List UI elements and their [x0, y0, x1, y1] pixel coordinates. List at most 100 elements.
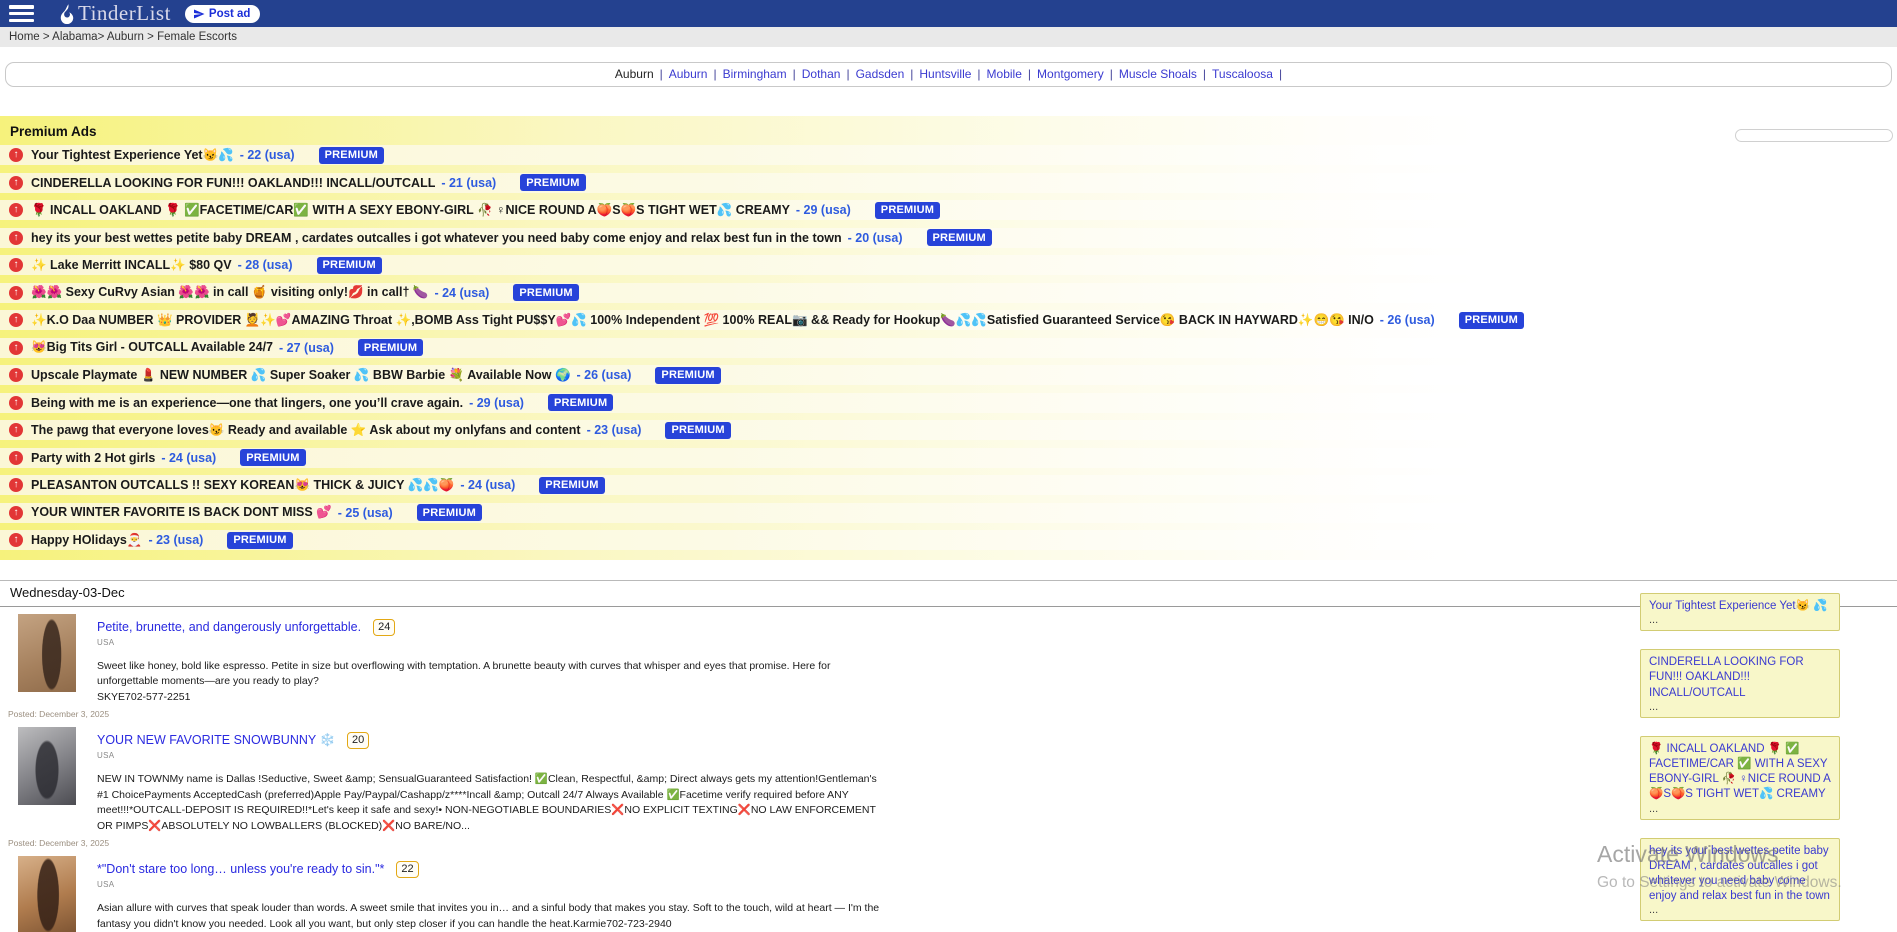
breadcrumb-link[interactable]: Female Escorts	[157, 31, 237, 43]
up-arrow-icon: ↑	[9, 423, 23, 437]
premium-ad-row[interactable]: ↑ hey its your best wettes petite baby D…	[0, 228, 1897, 248]
city-link[interactable]: Gadsden	[856, 67, 905, 81]
premium-badge: PREMIUM	[539, 477, 604, 494]
sidebar-ad-box[interactable]: CINDERELLA LOOKING FOR FUN!!! OAKLAND!!!…	[1640, 649, 1840, 718]
premium-ads-list: ↑ Your Tightest Experience Yet😼💦 - 22 (u…	[0, 145, 1897, 550]
breadcrumb-separator: >	[40, 31, 50, 43]
sidebar-ad-link[interactable]: hey its your best wettes petite baby DRE…	[1649, 844, 1831, 905]
premium-ad-title-link[interactable]: Happy HOlidays🎅	[31, 533, 142, 548]
premium-ad-age-meta: - 24 (usa)	[460, 478, 515, 492]
premium-ad-row[interactable]: ↑ 🌺🌺 Sexy CuRvy Asian 🌺🌺 in call 🍯 visit…	[0, 283, 1897, 303]
premium-ad-title-link[interactable]: Being with me is an experience—one that …	[31, 396, 463, 410]
breadcrumb-link[interactable]: Auburn	[107, 31, 144, 43]
premium-badge: PREMIUM	[417, 504, 482, 521]
up-arrow-icon: ↑	[9, 258, 23, 272]
listing-phone: SKYE702-577-2251	[97, 690, 960, 706]
premium-ad-row[interactable]: ↑ Happy HOlidays🎅 - 23 (usa) PREMIUM	[0, 530, 1897, 550]
premium-ad-row[interactable]: ↑ Upscale Playmate 💄 NEW NUMBER 💦 Super …	[0, 365, 1897, 385]
listing-thumbnail[interactable]	[18, 614, 76, 692]
post-ad-button[interactable]: Post ad	[185, 5, 261, 23]
premium-ad-title-link[interactable]: ✨ Lake Merritt INCALL✨ $80 QV	[31, 258, 232, 273]
premium-ad-row[interactable]: ↑ YOUR WINTER FAVORITE IS BACK DONT MISS…	[0, 503, 1897, 523]
premium-badge: PREMIUM	[1459, 312, 1524, 329]
premium-ad-age-meta: - 28 (usa)	[238, 258, 293, 272]
premium-badge: PREMIUM	[927, 229, 992, 246]
premium-ad-age-meta: - 22 (usa)	[240, 148, 295, 162]
premium-ad-row[interactable]: ↑ CINDERELLA LOOKING FOR FUN!!! OAKLAND!…	[0, 173, 1897, 193]
premium-ad-title-link[interactable]: CINDERELLA LOOKING FOR FUN!!! OAKLAND!!!…	[31, 176, 435, 190]
premium-ad-row[interactable]: ↑ ✨ Lake Merritt INCALL✨ $80 QV - 28 (us…	[0, 255, 1897, 275]
premium-badge: PREMIUM	[513, 284, 578, 301]
city-link[interactable]: Auburn	[669, 67, 708, 81]
premium-ad-row[interactable]: ↑ PLEASANTON OUTCALLS !! SEXY KOREAN😻 TH…	[0, 475, 1897, 495]
premium-ad-row[interactable]: ↑ Your Tightest Experience Yet😼💦 - 22 (u…	[0, 145, 1897, 165]
premium-ad-title-link[interactable]: 🌺🌺 Sexy CuRvy Asian 🌺🌺 in call 🍯 visitin…	[31, 285, 428, 300]
city-link[interactable]: Mobile	[987, 67, 1022, 81]
up-arrow-icon: ↑	[9, 506, 23, 520]
city-current: Auburn	[615, 67, 654, 81]
listing-location: USA	[97, 751, 960, 760]
premium-ad-title-link[interactable]: 😻Big Tits Girl - OUTCALL Available 24/7	[31, 340, 273, 355]
city-link[interactable]: Dothan	[802, 67, 841, 81]
city-separator: |	[846, 67, 849, 81]
premium-ad-title-link[interactable]: PLEASANTON OUTCALLS !! SEXY KOREAN😻 THIC…	[31, 478, 454, 493]
breadcrumb-link[interactable]: Alabama	[52, 31, 97, 43]
sidebar-ad-link[interactable]: Your Tightest Experience Yet😼 💦	[1649, 599, 1831, 614]
premium-ad-row[interactable]: ↑ ✨K.O Daa NUMBER 👑 PROVIDER 💆✨💕AMAZING …	[0, 310, 1897, 330]
city-separator: |	[1279, 67, 1282, 81]
brand-logo[interactable]: TinderList	[58, 1, 171, 26]
premium-badge: PREMIUM	[520, 174, 585, 191]
premium-ad-row[interactable]: ↑ 😻Big Tits Girl - OUTCALL Available 24/…	[0, 338, 1897, 358]
premium-ad-title-link[interactable]: YOUR WINTER FAVORITE IS BACK DONT MISS 💕	[31, 505, 332, 520]
premium-ad-title-link[interactable]: hey its your best wettes petite baby DRE…	[31, 231, 842, 245]
premium-ad-age-meta: - 21 (usa)	[441, 176, 496, 190]
premium-ad-row[interactable]: ↑ Being with me is an experience—one tha…	[0, 393, 1897, 413]
premium-ad-row[interactable]: ↑ 🌹 INCALL OAKLAND 🌹 ✅FACETIME/CAR✅ WITH…	[0, 200, 1897, 220]
post-ad-label: Post ad	[209, 8, 251, 20]
city-link[interactable]: Muscle Shoals	[1119, 67, 1197, 81]
premium-ad-title-link[interactable]: 🌹 INCALL OAKLAND 🌹 ✅FACETIME/CAR✅ WITH A…	[31, 203, 790, 218]
up-arrow-icon: ↑	[9, 286, 23, 300]
premium-badge: PREMIUM	[227, 532, 292, 549]
premium-badge: PREMIUM	[548, 394, 613, 411]
premium-ad-row[interactable]: ↑ Party with 2 Hot girls - 24 (usa) PREM…	[0, 448, 1897, 468]
sidebar-ad-box[interactable]: 🌹 INCALL OAKLAND 🌹 ✅ FACETIME/CAR ✅ WITH…	[1640, 736, 1840, 820]
top-navbar: TinderList Post ad	[0, 0, 1897, 27]
sidebar-ad-box[interactable]: Your Tightest Experience Yet😼 💦 ...	[1640, 593, 1840, 631]
listing-row: YOUR NEW FAVORITE SNOWBUNNY ❄️ 20 USA NE…	[0, 720, 960, 849]
listing-title-link[interactable]: Petite, brunette, and dangerously unforg…	[97, 620, 361, 634]
city-link[interactable]: Birmingham	[723, 67, 787, 81]
premium-ad-title-link[interactable]: Party with 2 Hot girls	[31, 451, 155, 465]
listing-location: USA	[97, 638, 960, 647]
up-arrow-icon: ↑	[9, 148, 23, 162]
breadcrumb-link[interactable]: Home	[9, 31, 40, 43]
premium-ad-title-link[interactable]: Upscale Playmate 💄 NEW NUMBER 💦 Super So…	[31, 368, 571, 383]
premium-ad-age-meta: - 24 (usa)	[434, 286, 489, 300]
up-arrow-icon: ↑	[9, 533, 23, 547]
city-separator: |	[910, 67, 913, 81]
listing-title-link[interactable]: YOUR NEW FAVORITE SNOWBUNNY ❄️	[97, 733, 335, 748]
listing-row: *"Don't stare too long… unless you're re…	[0, 849, 960, 932]
city-link[interactable]: Huntsville	[919, 67, 971, 81]
premium-ad-row[interactable]: ↑ The pawg that everyone loves😼 Ready an…	[0, 420, 1897, 440]
sidebar-ad-link[interactable]: CINDERELLA LOOKING FOR FUN!!! OAKLAND!!!…	[1649, 655, 1831, 701]
age-badge: 24	[373, 619, 395, 636]
hamburger-menu-icon[interactable]	[9, 5, 34, 22]
detached-scrollbar[interactable]	[1735, 129, 1893, 142]
premium-ad-title-link[interactable]: ✨K.O Daa NUMBER 👑 PROVIDER 💆✨💕AMAZING Th…	[31, 313, 1374, 328]
premium-ad-age-meta: - 24 (usa)	[161, 451, 216, 465]
sidebar-ad-more: ...	[1649, 803, 1831, 815]
city-link[interactable]: Montgomery	[1037, 67, 1104, 81]
premium-ad-title-link[interactable]: The pawg that everyone loves😼 Ready and …	[31, 423, 581, 438]
listing-thumbnail[interactable]	[18, 856, 76, 932]
city-separator: |	[1110, 67, 1113, 81]
sidebar-ad-link[interactable]: 🌹 INCALL OAKLAND 🌹 ✅ FACETIME/CAR ✅ WITH…	[1649, 742, 1831, 803]
premium-ad-age-meta: - 20 (usa)	[848, 231, 903, 245]
city-link[interactable]: Tuscaloosa	[1212, 67, 1273, 81]
listing-title-link[interactable]: *"Don't stare too long… unless you're re…	[97, 862, 384, 876]
listing-thumbnail[interactable]	[18, 727, 76, 805]
listing-description: Asian allure with curves that speak loud…	[97, 901, 885, 932]
premium-ad-title-link[interactable]: Your Tightest Experience Yet😼💦	[31, 148, 234, 163]
listing-description: Sweet like honey, bold like espresso. Pe…	[97, 659, 885, 691]
sidebar-ad-box[interactable]: hey its your best wettes petite baby DRE…	[1640, 838, 1840, 922]
